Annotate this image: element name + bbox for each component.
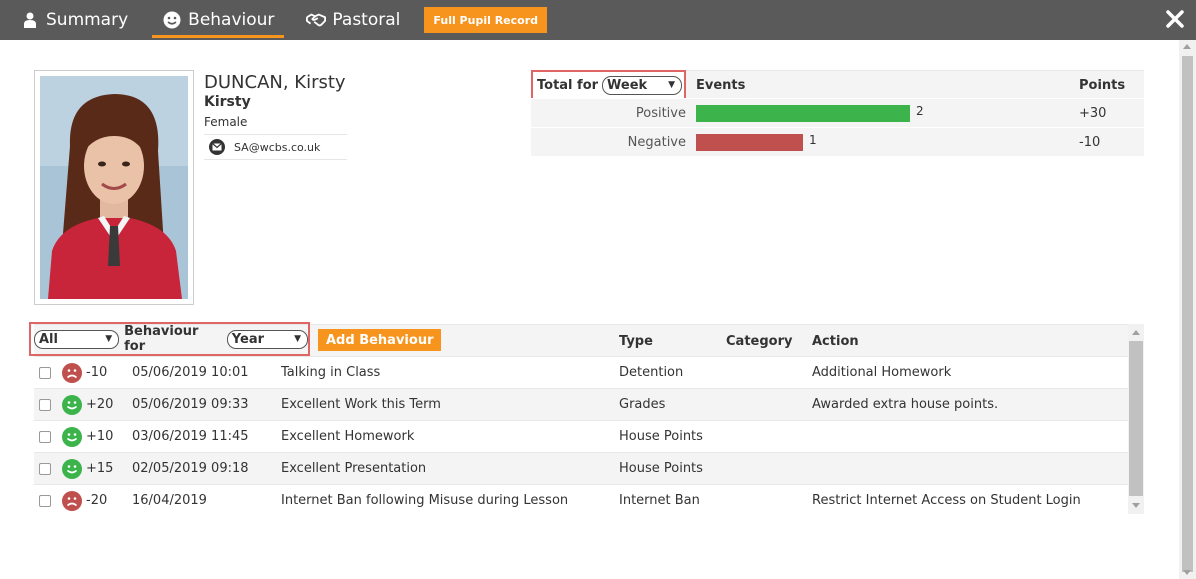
sentiment-select-value: All [39, 331, 58, 347]
scroll-thumb[interactable] [1129, 341, 1143, 496]
tab-summary[interactable]: Summary [10, 0, 138, 40]
scroll-down-icon[interactable] [1132, 503, 1140, 508]
row-type: House Points [619, 461, 703, 476]
sad-face-icon [62, 491, 82, 511]
points-header: Points [1079, 78, 1126, 93]
events-header: Events [696, 78, 746, 93]
period-select-value: Week [607, 77, 648, 93]
happy-face-icon [62, 459, 82, 479]
row-description[interactable]: Talking in Class [281, 365, 380, 380]
negative-points: -10 [1079, 135, 1101, 150]
negative-events-count: 1 [809, 133, 817, 147]
positive-points: +30 [1079, 106, 1107, 121]
row-date: 05/06/2019 10:01 [132, 365, 249, 380]
mail-icon [209, 139, 225, 155]
tab-summary-label: Summary [46, 10, 129, 30]
sentiment-select[interactable]: All ▼ [34, 329, 120, 349]
summary-row-label: Negative [627, 135, 686, 150]
period-select[interactable]: Week ▼ [602, 75, 683, 95]
scroll-thumb[interactable] [1182, 56, 1193, 572]
row-type: Grades [619, 397, 666, 412]
add-behaviour-button[interactable]: Add Behaviour [318, 329, 442, 351]
behaviour-list: Type Category Action All ▼ Behaviour for… [29, 322, 1144, 516]
scroll-up-icon[interactable] [1183, 44, 1191, 49]
happy-face-icon [62, 427, 82, 447]
action-header: Action [812, 334, 859, 349]
behaviour-filter: All ▼ Behaviour for Year ▼ [29, 322, 310, 356]
list-scrollbar[interactable] [1128, 324, 1144, 514]
row-action: Restrict Internet Access on Student Logi… [812, 493, 1081, 508]
full-pupil-record-button[interactable]: Full Pupil Record [424, 7, 548, 33]
person-icon [20, 10, 40, 30]
table-row[interactable]: +20 05/06/2019 09:33 Excellent Work this T… [34, 388, 1128, 420]
row-points: -10 [86, 365, 108, 380]
list-period-select[interactable]: Year ▼ [226, 329, 308, 349]
pupil-gender: Female [204, 115, 248, 129]
summary-row-negative: Negative 1 -10 [531, 127, 1144, 156]
tab-pastoral-label: Pastoral [332, 10, 401, 30]
total-for-label: Total for [537, 77, 599, 93]
tab-pastoral[interactable]: Pastoral [296, 0, 410, 40]
row-points: +10 [86, 429, 114, 444]
scroll-down-icon[interactable] [1183, 570, 1191, 575]
behaviour-for-label: Behaviour for [124, 324, 199, 354]
dropdown-arrow-icon: ▼ [294, 334, 301, 344]
positive-events-count: 2 [916, 104, 924, 118]
row-points: +20 [86, 397, 114, 412]
negative-events-bar [696, 134, 803, 151]
pupil-photo [34, 70, 194, 305]
sad-face-icon [62, 363, 82, 383]
pupil-email[interactable]: SA@wcbs.co.uk [234, 141, 320, 154]
row-description[interactable]: Excellent Homework [281, 429, 414, 444]
row-description[interactable]: Internet Ban following Misuse during Les… [281, 493, 568, 508]
row-date: 02/05/2019 09:18 [132, 461, 249, 476]
pupil-full-name: DUNCAN, Kirsty [204, 72, 346, 93]
smiley-icon [162, 10, 182, 30]
pupil-email-row[interactable]: SA@wcbs.co.uk [204, 134, 347, 160]
page-scrollbar[interactable] [1179, 40, 1196, 579]
row-checkbox[interactable] [39, 367, 51, 379]
row-type: Detention [619, 365, 684, 380]
dropdown-arrow-icon: ▼ [668, 80, 676, 90]
scroll-up-icon[interactable] [1132, 330, 1140, 335]
top-bar: Summary Behaviour Pastoral Full Pupil Re… [0, 0, 1196, 40]
tab-behaviour-label: Behaviour [188, 10, 275, 30]
row-checkbox[interactable] [39, 431, 51, 443]
row-action: Additional Homework [812, 365, 952, 380]
row-points: +15 [86, 461, 114, 476]
happy-face-icon [62, 395, 82, 415]
table-row[interactable]: +15 02/05/2019 09:18 Excellent Presentatio… [34, 452, 1128, 484]
positive-events-bar [696, 105, 910, 122]
table-row[interactable]: +10 03/06/2019 11:45 Excellent Homework Hou… [34, 420, 1128, 452]
behaviour-summary: Events Points Total for Week ▼ Positive … [531, 70, 1144, 156]
category-header: Category [726, 334, 793, 349]
close-icon[interactable] [1164, 8, 1186, 30]
pupil-first-name: Kirsty [204, 94, 251, 110]
row-description[interactable]: Excellent Work this Term [281, 397, 441, 412]
row-description[interactable]: Excellent Presentation [281, 461, 426, 476]
table-row[interactable]: -20 16/04/2019 Internet Ban following Misu… [34, 484, 1128, 516]
tab-behaviour[interactable]: Behaviour [152, 0, 285, 40]
total-for-filter: Total for Week ▼ [531, 70, 686, 100]
row-type: House Points [619, 429, 703, 444]
handshake-icon [306, 10, 327, 30]
row-checkbox[interactable] [39, 399, 51, 411]
summary-row-label: Positive [635, 106, 686, 121]
row-checkbox[interactable] [39, 463, 51, 475]
row-checkbox[interactable] [39, 495, 51, 507]
row-action: Awarded extra house points. [812, 397, 999, 412]
row-date: 16/04/2019 [132, 493, 207, 508]
row-date: 05/06/2019 09:33 [132, 397, 249, 412]
table-row[interactable]: -10 05/06/2019 10:01 Talking in Class Deten… [34, 356, 1128, 388]
row-points: -20 [86, 493, 108, 508]
summary-row-positive: Positive 2 +30 [531, 98, 1144, 127]
type-header: Type [619, 334, 653, 349]
list-period-select-value: Year [231, 331, 265, 347]
row-date: 03/06/2019 11:45 [132, 429, 249, 444]
dropdown-arrow-icon: ▼ [105, 334, 113, 344]
row-type: Internet Ban [619, 493, 700, 508]
